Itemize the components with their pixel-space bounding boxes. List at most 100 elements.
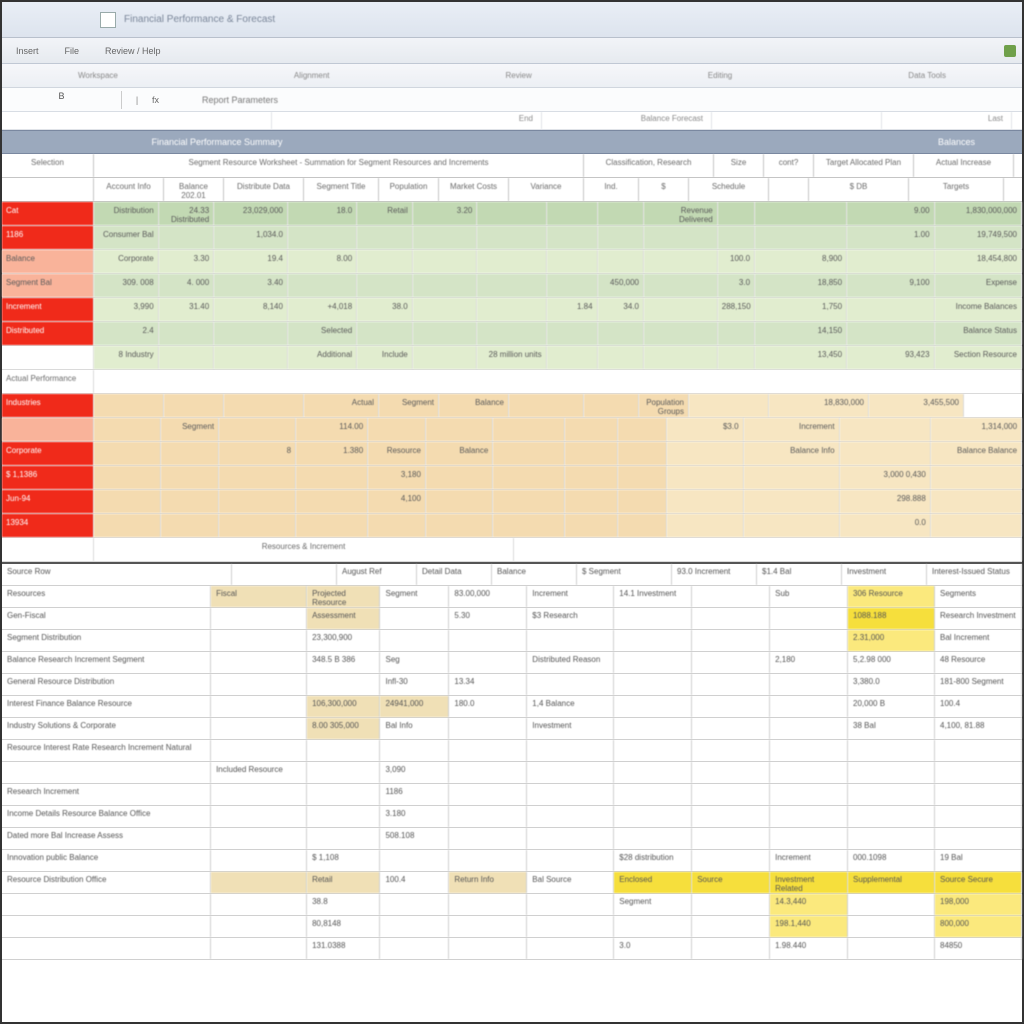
cell[interactable] xyxy=(211,740,307,761)
cell[interactable]: Balance xyxy=(426,442,493,465)
cell[interactable]: Segment xyxy=(161,418,219,441)
cell[interactable] xyxy=(744,466,840,489)
cell[interactable] xyxy=(770,630,848,651)
cell[interactable] xyxy=(449,894,527,915)
row-label[interactable]: 13934 xyxy=(2,514,94,537)
cell[interactable]: 2,180 xyxy=(770,652,848,673)
cell[interactable] xyxy=(307,762,380,783)
cell[interactable] xyxy=(547,322,598,345)
cell[interactable]: Segment xyxy=(614,894,692,915)
cell[interactable]: 23,029,000 xyxy=(214,202,288,225)
cell[interactable] xyxy=(565,490,618,513)
cell[interactable]: 8 Industry xyxy=(94,346,159,369)
cell[interactable]: 5.30 xyxy=(449,608,527,629)
cell[interactable]: 180.0 xyxy=(449,696,527,717)
cell[interactable] xyxy=(770,608,848,629)
cell[interactable] xyxy=(357,274,413,297)
cell[interactable]: Projected Resource xyxy=(307,586,380,607)
cell[interactable] xyxy=(744,514,840,537)
cell[interactable] xyxy=(667,514,744,537)
cell[interactable] xyxy=(644,298,718,321)
cell[interactable] xyxy=(477,298,546,321)
cell[interactable] xyxy=(159,346,215,369)
cell[interactable]: Income Balances xyxy=(935,298,1022,321)
cell[interactable]: Bal Info xyxy=(380,718,449,739)
cell[interactable] xyxy=(565,418,618,441)
cell[interactable] xyxy=(618,466,666,489)
cell[interactable] xyxy=(357,226,413,249)
cell[interactable] xyxy=(527,762,614,783)
cell[interactable] xyxy=(667,466,744,489)
cell[interactable]: 131.0388 xyxy=(307,938,380,959)
cell[interactable]: Bal Source xyxy=(527,872,614,893)
cell[interactable]: 14.3,440 xyxy=(770,894,848,915)
cell[interactable]: 1.380 xyxy=(296,442,368,465)
cell[interactable]: 38.0 xyxy=(357,298,413,321)
cell[interactable]: 14.1 Investment xyxy=(614,586,692,607)
cell[interactable] xyxy=(848,806,935,827)
cell[interactable] xyxy=(296,466,368,489)
cell[interactable]: Gen-Fiscal xyxy=(2,608,211,629)
cell[interactable] xyxy=(449,762,527,783)
cell[interactable] xyxy=(692,762,770,783)
cell[interactable] xyxy=(770,806,848,827)
cell[interactable]: Income Details Resource Balance Office xyxy=(2,806,211,827)
cell[interactable]: $3.0 xyxy=(667,418,744,441)
cell[interactable]: 5,2.98 000 xyxy=(848,652,935,673)
cell[interactable] xyxy=(288,274,357,297)
cell[interactable]: 309. 008 xyxy=(94,274,159,297)
help-icon[interactable] xyxy=(1004,45,1016,57)
cell[interactable]: 34.0 xyxy=(598,298,644,321)
cell[interactable]: 38.8 xyxy=(307,894,380,915)
row-label[interactable]: Increment xyxy=(2,298,94,321)
cell[interactable] xyxy=(692,740,770,761)
cell[interactable] xyxy=(598,322,644,345)
cell[interactable] xyxy=(527,850,614,871)
cell[interactable] xyxy=(211,872,307,893)
cell[interactable] xyxy=(413,346,478,369)
cell[interactable] xyxy=(718,202,755,225)
cell[interactable]: Segment Distribution xyxy=(2,630,211,651)
cell[interactable]: 9.00 xyxy=(847,202,934,225)
cell[interactable] xyxy=(161,442,219,465)
cell[interactable] xyxy=(692,718,770,739)
cell[interactable] xyxy=(449,850,527,871)
cell[interactable] xyxy=(449,828,527,849)
cell[interactable]: 19.4 xyxy=(214,250,288,273)
cell[interactable]: Resources xyxy=(2,586,211,607)
cell[interactable]: 100.4 xyxy=(935,696,1022,717)
cell[interactable]: 28 million units xyxy=(477,346,546,369)
cell[interactable] xyxy=(527,674,614,695)
cell[interactable] xyxy=(547,202,598,225)
cell[interactable] xyxy=(644,274,718,297)
row-label[interactable]: 1186 xyxy=(2,226,94,249)
cell[interactable] xyxy=(692,652,770,673)
cell[interactable]: Additional xyxy=(288,346,357,369)
cell[interactable]: Interest Finance Balance Resource xyxy=(2,696,211,717)
ribbon-tab-review[interactable]: Review / Help xyxy=(97,42,169,60)
cell[interactable]: 3.180 xyxy=(380,806,449,827)
cell[interactable]: 1,4 Balance xyxy=(527,696,614,717)
cell[interactable]: 83.00,000 xyxy=(449,586,527,607)
cell[interactable] xyxy=(644,226,718,249)
cell[interactable]: 198.1,440 xyxy=(770,916,848,937)
cell[interactable] xyxy=(614,828,692,849)
cell[interactable]: Research Investment xyxy=(935,608,1022,629)
cell[interactable] xyxy=(847,250,934,273)
row-label[interactable]: Cat xyxy=(2,202,94,225)
cell[interactable] xyxy=(847,322,934,345)
cell[interactable] xyxy=(565,442,618,465)
cell[interactable]: 3.0 xyxy=(718,274,755,297)
row-label[interactable]: Jun-94 xyxy=(2,490,94,513)
cell[interactable]: Supplemental xyxy=(848,872,935,893)
cell[interactable]: 1.84 xyxy=(547,298,598,321)
cell[interactable]: 100.0 xyxy=(718,250,755,273)
cell[interactable]: Corporate xyxy=(94,250,159,273)
cell[interactable]: Balance Status xyxy=(935,322,1022,345)
cell[interactable] xyxy=(307,828,380,849)
cell[interactable] xyxy=(935,784,1022,805)
cell[interactable] xyxy=(493,514,565,537)
cell[interactable] xyxy=(692,696,770,717)
cell[interactable] xyxy=(935,762,1022,783)
row-label[interactable] xyxy=(2,418,94,441)
